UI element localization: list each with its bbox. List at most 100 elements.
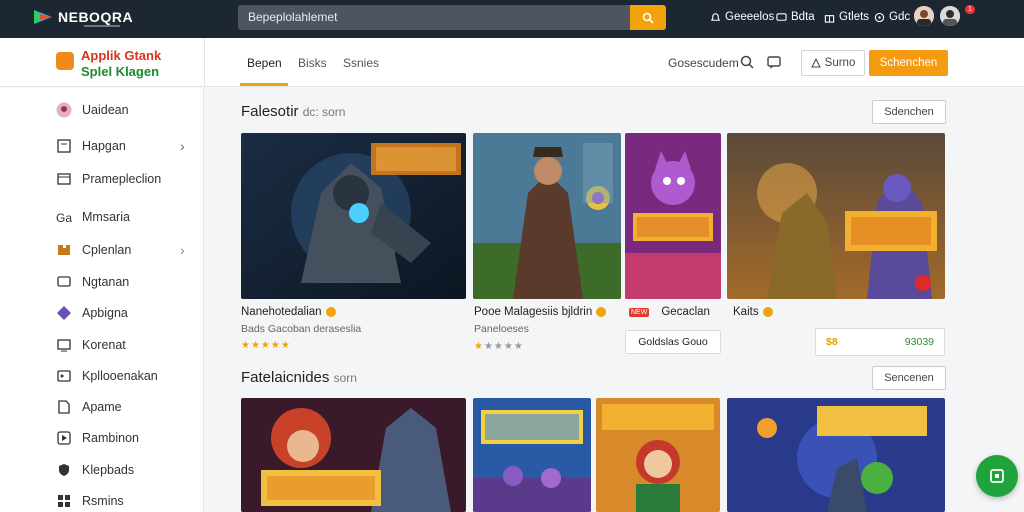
brand-title[interactable]: Applik Gtank bbox=[81, 48, 161, 63]
monitor-icon bbox=[56, 337, 72, 353]
sidebar-item-3[interactable]: Ga Mmsaria bbox=[56, 209, 196, 225]
game-card-image[interactable] bbox=[625, 133, 721, 299]
sub-header: Applik Gtank Splel Klagen Bepen Bisks Ss… bbox=[0, 38, 1024, 87]
sidebar-item-10[interactable]: Rambinon bbox=[56, 430, 196, 446]
new-badge: NEW bbox=[629, 307, 650, 317]
header-link[interactable]: Gosescudem bbox=[668, 56, 739, 70]
sidebar-item-label: Cplenlan bbox=[82, 243, 132, 257]
sign-in-button[interactable]: Surno bbox=[801, 50, 865, 76]
brand-subtitle: Splel Klagen bbox=[81, 64, 160, 79]
message-icon[interactable] bbox=[766, 54, 782, 70]
section-title-small: sorn bbox=[333, 371, 357, 385]
sidebar-item-0[interactable]: Uaidean bbox=[56, 102, 196, 118]
coin-icon bbox=[596, 307, 607, 317]
sidebar-item-label: Apame bbox=[82, 400, 122, 414]
game-card-image[interactable] bbox=[727, 398, 945, 512]
top-link-games[interactable]: Geeeelos bbox=[710, 11, 774, 23]
sidebar-item-6[interactable]: Apbigna bbox=[56, 305, 196, 321]
search-icon[interactable] bbox=[739, 54, 755, 70]
game-avatar-icon bbox=[56, 102, 72, 118]
sidebar-item-label: Kpllooenakan bbox=[82, 369, 158, 383]
sidebar-item-11[interactable]: Klepbads bbox=[56, 462, 196, 478]
game-title[interactable]: NEW Gecaclan bbox=[629, 306, 710, 318]
sidebar-item-label: Rambinon bbox=[82, 431, 139, 445]
sidebar-item-4[interactable]: Cplenlan › bbox=[56, 242, 196, 258]
rating-stars: ★★★★★ bbox=[241, 340, 291, 351]
price-box[interactable]: $8 93039 bbox=[815, 328, 945, 356]
game-title[interactable]: Nanehotedalian bbox=[241, 306, 336, 318]
game-title[interactable]: Pooe Malagesiis bjldrin bbox=[474, 306, 607, 318]
tab-home[interactable]: Bepen bbox=[247, 56, 282, 70]
game-subtitle: Bads Gacoban deraseslia bbox=[241, 323, 362, 335]
logo-underline bbox=[84, 25, 120, 27]
chat-fab-button[interactable] bbox=[976, 455, 1018, 497]
notification-badge: 1 bbox=[965, 5, 975, 14]
info-box[interactable]: Goldslas Gouo bbox=[625, 330, 721, 354]
card-icon bbox=[56, 368, 72, 384]
sidebar-item-2[interactable]: Pramepleclion bbox=[56, 171, 196, 187]
see-more-button[interactable]: Sencenen bbox=[872, 366, 946, 390]
active-tab-indicator bbox=[240, 83, 288, 86]
sidebar-item-8[interactable]: Kpllooenakan bbox=[56, 368, 196, 384]
window-icon bbox=[56, 171, 72, 187]
game-title-text: Pooe Malagesiis bjldrin bbox=[474, 306, 593, 318]
game-card-image[interactable] bbox=[473, 133, 621, 299]
coin-icon bbox=[325, 307, 336, 317]
game-subtitle: Paneloeses bbox=[474, 323, 529, 335]
tab-books[interactable]: Bisks bbox=[298, 56, 327, 70]
gamepad-icon: Ga bbox=[56, 209, 72, 225]
top-bar: NEBOQRA Bepeplolahlemet Geeeelos Bdta Gt… bbox=[0, 0, 1024, 38]
section-title: Fatelaicnides sorn bbox=[241, 369, 357, 386]
sign-in-label: Surno bbox=[824, 57, 856, 69]
game-card-image[interactable] bbox=[596, 398, 720, 512]
game-card-image[interactable] bbox=[241, 133, 466, 299]
see-more-button[interactable]: Sdenchen bbox=[872, 100, 946, 124]
sidebar-item-label: Mmsaria bbox=[82, 210, 130, 224]
divider bbox=[204, 38, 205, 87]
tv-icon bbox=[56, 274, 72, 290]
sidebar-item-12[interactable]: Rsmins bbox=[56, 493, 196, 509]
sidebar-item-label: Apbigna bbox=[82, 306, 128, 320]
price-value: 93039 bbox=[904, 336, 934, 348]
tab-series[interactable]: Ssnies bbox=[343, 56, 379, 70]
game-title-text: Kaits bbox=[733, 306, 759, 318]
app-logo[interactable]: NEBOQRA bbox=[58, 9, 133, 25]
book-icon bbox=[56, 138, 72, 154]
shield-icon bbox=[56, 462, 72, 478]
top-link-label: Gdc bbox=[889, 11, 911, 23]
chevron-right-icon: › bbox=[180, 242, 185, 258]
gift-icon bbox=[824, 14, 835, 23]
sidebar-item-label: Korenat bbox=[82, 338, 126, 352]
section-title: Falesotir dc: sorn bbox=[241, 103, 345, 120]
info-box-text: Goldslas Gouo bbox=[638, 336, 708, 348]
bell-icon bbox=[710, 12, 721, 21]
game-card-image[interactable] bbox=[473, 398, 591, 512]
search-button[interactable] bbox=[630, 5, 666, 30]
search-input[interactable]: Bepeplolahlemet bbox=[238, 5, 630, 30]
avatar[interactable] bbox=[914, 6, 934, 26]
sidebar-item-label: Klepbads bbox=[82, 463, 135, 477]
sidebar-item-7[interactable]: Korenat bbox=[56, 337, 196, 353]
chat-icon bbox=[990, 469, 1004, 483]
logo-icon bbox=[34, 10, 52, 24]
game-card-image[interactable] bbox=[241, 398, 466, 512]
section-title-text: Fatelaicnides bbox=[241, 369, 330, 386]
game-title[interactable]: Kaits bbox=[733, 306, 773, 318]
top-link-beta[interactable]: Bdta bbox=[776, 11, 815, 23]
top-link-gdc[interactable]: Gdc bbox=[874, 11, 910, 23]
top-link-gifts[interactable]: Gtlets bbox=[824, 11, 869, 23]
sidebar-item-9[interactable]: Apame bbox=[56, 399, 196, 415]
game-card-image[interactable] bbox=[727, 133, 945, 299]
brand-icon bbox=[56, 52, 74, 70]
sidebar-item-1[interactable]: Hapgan › bbox=[56, 138, 196, 154]
media-icon bbox=[56, 430, 72, 446]
top-link-label: Bdta bbox=[791, 11, 815, 23]
doc-icon bbox=[56, 399, 72, 415]
settings-icon bbox=[874, 12, 885, 22]
section-title-text: Falesotir bbox=[241, 103, 299, 120]
sidebar-item-5[interactable]: Ngtanan bbox=[56, 274, 196, 290]
sidebar-item-label: Rsmins bbox=[82, 494, 124, 508]
search-primary-button[interactable]: Schenchen bbox=[869, 50, 948, 76]
sidebar-item-label: Ngtanan bbox=[82, 275, 130, 289]
profile-avatar[interactable] bbox=[940, 6, 960, 26]
